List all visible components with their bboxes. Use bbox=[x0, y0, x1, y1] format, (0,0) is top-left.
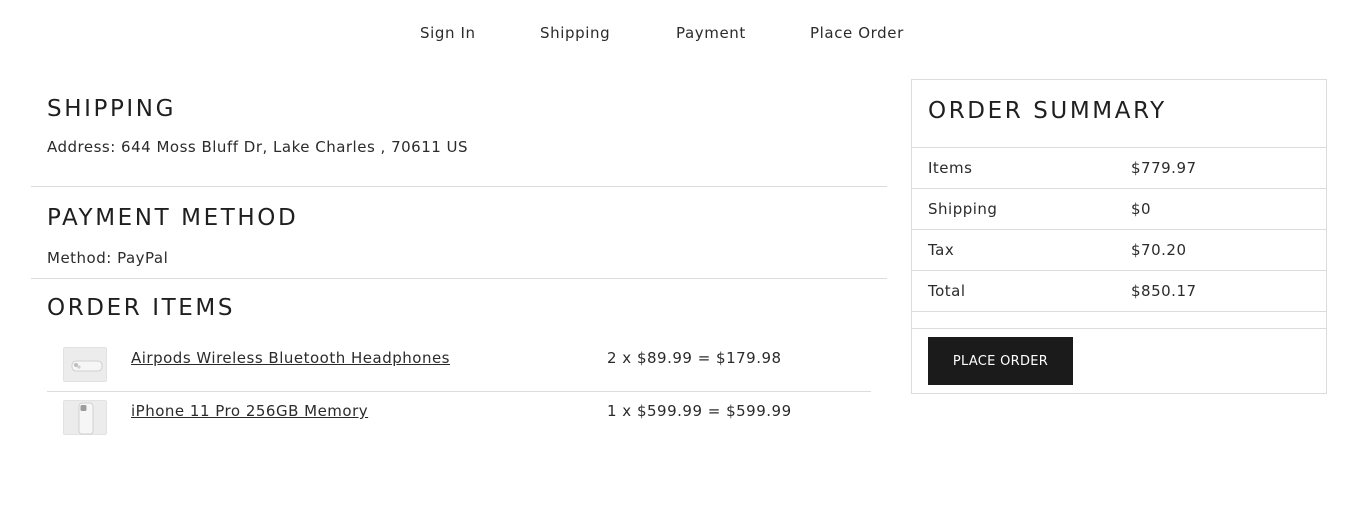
order-summary-title: ORDER SUMMARY bbox=[912, 80, 1326, 148]
summary-label: Shipping bbox=[928, 200, 998, 218]
summary-value: $779.97 bbox=[1131, 159, 1197, 177]
order-items-title: ORDER ITEMS bbox=[47, 295, 236, 321]
summary-row-shipping: Shipping $0 bbox=[912, 189, 1326, 230]
airpods-image bbox=[63, 347, 107, 382]
item-price-line: 1 x $599.99 = $599.99 bbox=[607, 402, 792, 420]
summary-label: Tax bbox=[928, 241, 955, 259]
summary-row-items: Items $779.97 bbox=[912, 148, 1326, 189]
list-item: iPhone 11 Pro 256GB Memory 1 x $599.99 =… bbox=[47, 391, 871, 443]
order-items-list: Airpods Wireless Bluetooth Headphones 2 … bbox=[47, 339, 871, 443]
summary-divider bbox=[912, 312, 1326, 329]
shipping-title: SHIPPING bbox=[47, 96, 177, 122]
step-sign-in[interactable]: Sign In bbox=[420, 24, 476, 42]
shipping-section: SHIPPING Address: 644 Moss Bluff Dr, Lak… bbox=[31, 80, 887, 187]
step-place-order[interactable]: Place Order bbox=[810, 24, 904, 42]
summary-row-total: Total $850.17 bbox=[912, 271, 1326, 312]
payment-section: PAYMENT METHOD Method: PayPal bbox=[31, 187, 887, 279]
order-summary-card: ORDER SUMMARY Items $779.97 Shipping $0 … bbox=[911, 79, 1327, 394]
payment-method: Method: PayPal bbox=[47, 249, 169, 267]
place-order-button[interactable]: PLACE ORDER bbox=[928, 337, 1073, 385]
summary-value: $0 bbox=[1131, 200, 1152, 218]
summary-label: Items bbox=[928, 159, 973, 177]
iphone-image bbox=[63, 400, 107, 435]
summary-label: Total bbox=[928, 282, 966, 300]
payment-title: PAYMENT METHOD bbox=[47, 205, 299, 231]
item-link[interactable]: iPhone 11 Pro 256GB Memory bbox=[131, 400, 607, 420]
summary-value: $850.17 bbox=[1131, 282, 1197, 300]
place-order-wrapper: PLACE ORDER bbox=[912, 329, 1326, 393]
item-price-line: 2 x $89.99 = $179.98 bbox=[607, 349, 782, 367]
item-link[interactable]: Airpods Wireless Bluetooth Headphones bbox=[131, 347, 607, 367]
summary-row-tax: Tax $70.20 bbox=[912, 230, 1326, 271]
step-shipping[interactable]: Shipping bbox=[540, 24, 610, 42]
list-item: Airpods Wireless Bluetooth Headphones 2 … bbox=[47, 339, 871, 391]
summary-value: $70.20 bbox=[1131, 241, 1187, 259]
shipping-address: Address: 644 Moss Bluff Dr, Lake Charles… bbox=[47, 138, 469, 156]
step-payment[interactable]: Payment bbox=[676, 24, 746, 42]
order-details: SHIPPING Address: 644 Moss Bluff Dr, Lak… bbox=[31, 80, 887, 443]
order-items-section: ORDER ITEMS Airpods Wireless Bluetooth H… bbox=[31, 279, 887, 443]
checkout-steps: Sign In Shipping Payment Place Order bbox=[0, 24, 1356, 46]
